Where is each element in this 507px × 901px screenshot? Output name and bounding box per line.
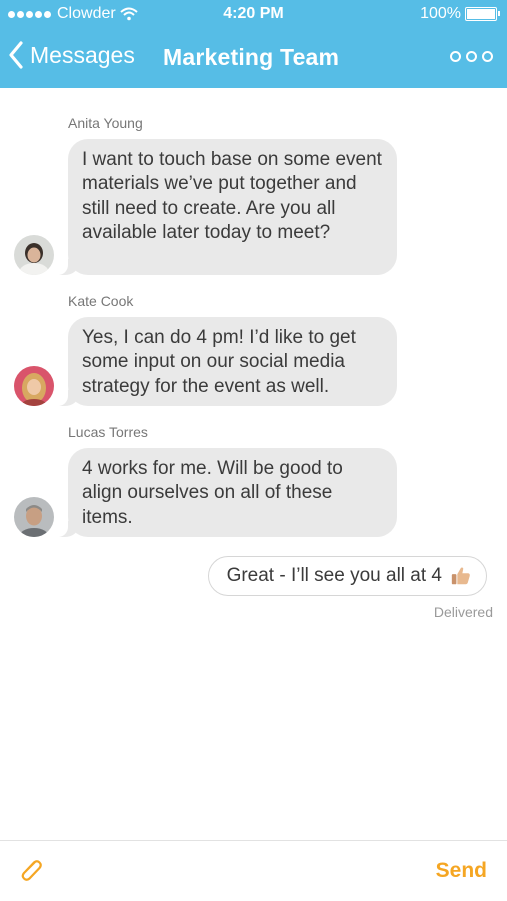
send-button[interactable]: Send (436, 859, 487, 883)
avatar-kate-icon (14, 366, 54, 406)
my-message-text: Great - I’ll see you all at 4 (226, 565, 442, 586)
delivery-status: Delivered (433, 604, 493, 620)
sender-name: Anita Young (68, 115, 143, 131)
sender-name: Lucas Torres (68, 424, 148, 440)
message-bubble: I want to touch base on some event mater… (54, 139, 397, 275)
status-bar: Clowder 4:20 PM 100% (0, 0, 507, 30)
message-bubble: 4 works for me. Will be good to align ou… (54, 448, 397, 537)
battery-icon (465, 7, 500, 21)
avatar[interactable] (14, 497, 54, 537)
composer-bar: Send (0, 840, 507, 901)
avatar[interactable] (14, 366, 54, 406)
battery-info: 100% (420, 5, 500, 23)
avatar[interactable] (14, 235, 54, 275)
avatar-anita-icon (14, 235, 54, 275)
back-label: Messages (30, 41, 135, 68)
nav-bar: Messages Marketing Team (0, 30, 507, 88)
avatar-lucas-icon (14, 497, 54, 537)
conversation-title: Marketing Team (163, 44, 340, 70)
message-bubble: Yes, I can do 4 pm! I’d like to get some… (54, 317, 397, 406)
sender-name: Kate Cook (68, 293, 134, 309)
chevron-left-icon (9, 41, 23, 69)
my-message-bubble: Great - I’ll see you all at 4 (207, 556, 487, 596)
back-button[interactable]: Messages (8, 41, 135, 69)
thumbs-up-icon (451, 567, 470, 585)
battery-percent: 100% (420, 5, 461, 22)
paperclip-icon[interactable] (16, 856, 46, 886)
more-icon[interactable] (450, 51, 493, 62)
header-bar: Clowder 4:20 PM 100% Messages Marketing … (0, 0, 507, 88)
